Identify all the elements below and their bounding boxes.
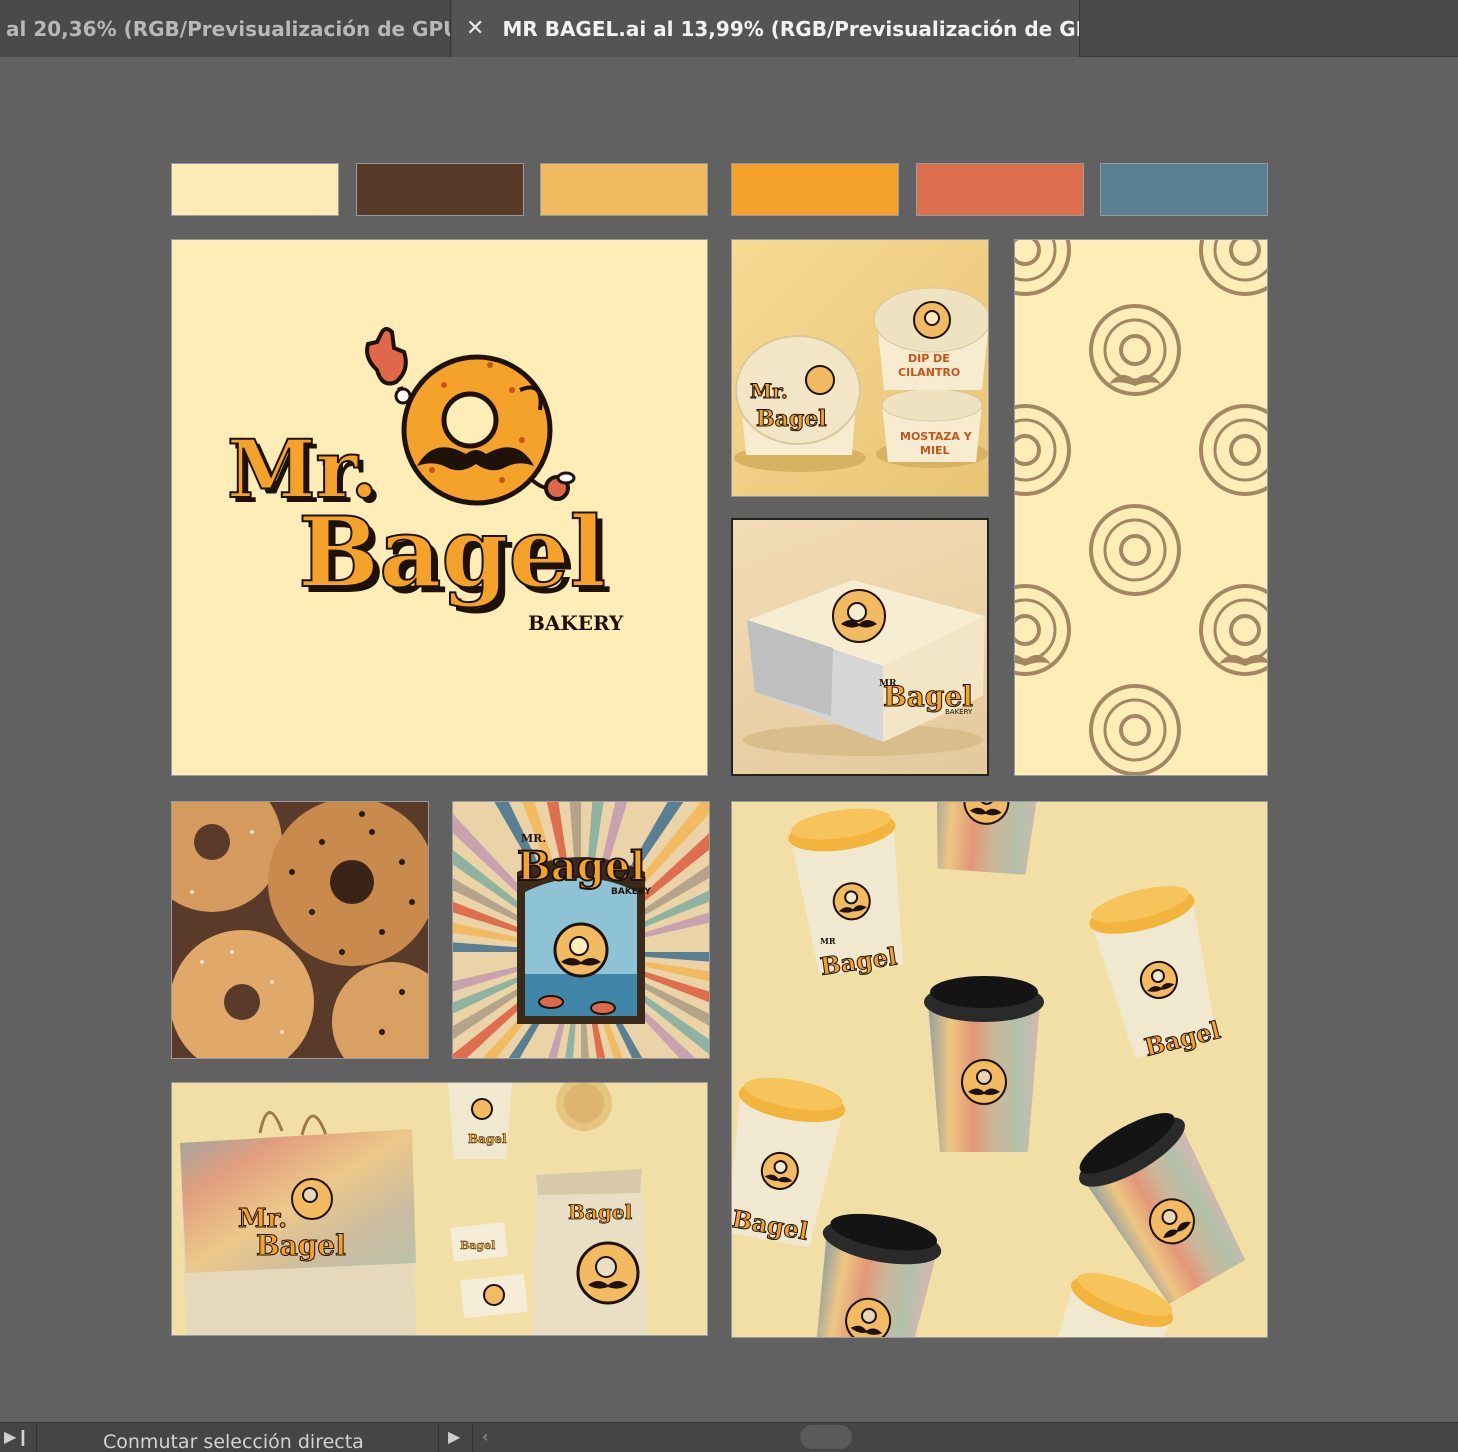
palette-swatch-orange[interactable] (731, 163, 899, 216)
dip-label-cilantro: CILANTRO (898, 366, 960, 379)
dip-label-mostaza: MOSTAZA Y (900, 430, 973, 443)
dip-label-miel: MIEL (920, 444, 950, 457)
dip-logo-bagel: Bagel (756, 406, 827, 432)
retro-poster: MR. Bagel BAKERY (453, 802, 709, 1058)
divider (438, 1423, 439, 1452)
bagel-mascot-icon (401, 354, 576, 506)
horizontal-scrollbar-thumb[interactable] (800, 1425, 852, 1449)
palette-swatch-light-orange[interactable] (540, 163, 708, 216)
logo-line-bagel: Bagel (298, 496, 606, 609)
status-tool-text: Conmutar selección directa (103, 1431, 364, 1452)
pointing-hand-icon (365, 327, 412, 405)
palette-swatch-brown[interactable] (356, 163, 524, 216)
card-logo-bagel: Bagel (460, 1239, 495, 1252)
paper-bag-logo-bagel: Bagel (568, 1200, 633, 1224)
palette-swatch-coral[interactable] (916, 163, 1084, 216)
bagel-pattern (1015, 240, 1267, 775)
bag-stationery-mockup: Mr. Bagel Bagel Bagel Bagel (180, 1083, 648, 1335)
small-cup-logo: Bagel (468, 1132, 507, 1146)
step-forward-icon[interactable]: ▶❙ (4, 1427, 30, 1446)
artboard-retro-poster[interactable]: MR. Bagel BAKERY (452, 801, 710, 1059)
logo-tagline: BAKERY (528, 611, 624, 635)
bagels-photo (172, 802, 428, 1058)
box-logo-bakery: BAKERY (945, 708, 973, 716)
bagel-box-mockup: MR Bagel BAKERY (743, 580, 985, 756)
bag-logo-bagel: Bagel (256, 1229, 346, 1262)
poster-logo-bakery: BAKERY (611, 887, 651, 897)
palette-swatch-slate-blue[interactable] (1100, 163, 1268, 216)
tab-label: al 20,36% (RGB/Previsualización de GPU) (6, 16, 451, 41)
artboard-box-mockup[interactable]: MR Bagel BAKERY (731, 518, 989, 776)
dip-label-dip-de: DIP DE (908, 352, 950, 365)
divider (36, 1423, 37, 1452)
divider (472, 1423, 473, 1452)
dip-logo-mr: Mr. (750, 379, 788, 403)
document-tab-bar: al 20,36% (RGB/Previsualización de GPU) … (0, 0, 1458, 57)
palette-swatch-cream[interactable] (171, 163, 339, 216)
artboard-main-logo[interactable]: Mr. Mr. Bagel Bagel BAKERY (171, 239, 708, 776)
mr-bagel-logo: Mr. Mr. Bagel Bagel BAKERY (226, 327, 624, 635)
coffee-cups-mockup: Bagel Bagel Bagel MR (732, 802, 1260, 1337)
tab-label: MR BAGEL.ai al 13,99% (RGB/Previsualizac… (502, 16, 1080, 41)
dip-cups-mockup: MOSTAZA Y MIEL DIP DE CILANTRO Mr. Bagel (734, 287, 988, 472)
status-bar: ▶❙ Conmutar selección directa ▶ ‹ (0, 1422, 1458, 1452)
artboard-dip-cups[interactable]: MOSTAZA Y MIEL DIP DE CILANTRO Mr. Bagel (731, 239, 989, 497)
artboard-bagels-photo[interactable] (171, 801, 429, 1059)
cup-logo-mr: MR (820, 936, 836, 946)
play-icon[interactable]: ▶ (448, 1427, 460, 1446)
tab-active-document[interactable]: ✕ MR BAGEL.ai al 13,99% (RGB/Previsualiz… (452, 0, 1080, 57)
scroll-left-icon[interactable]: ‹ (482, 1427, 488, 1446)
artboard-coffee-cups[interactable]: Bagel Bagel Bagel MR (731, 801, 1268, 1338)
close-icon[interactable]: ✕ (466, 16, 484, 41)
poster-logo-bagel: Bagel (517, 843, 645, 890)
artboard-bagel-pattern[interactable] (1014, 239, 1268, 776)
artboard-bag-stationery[interactable]: Mr. Bagel Bagel Bagel Bagel (171, 1082, 708, 1336)
tab-previous-document[interactable]: al 20,36% (RGB/Previsualización de GPU) (0, 0, 451, 57)
